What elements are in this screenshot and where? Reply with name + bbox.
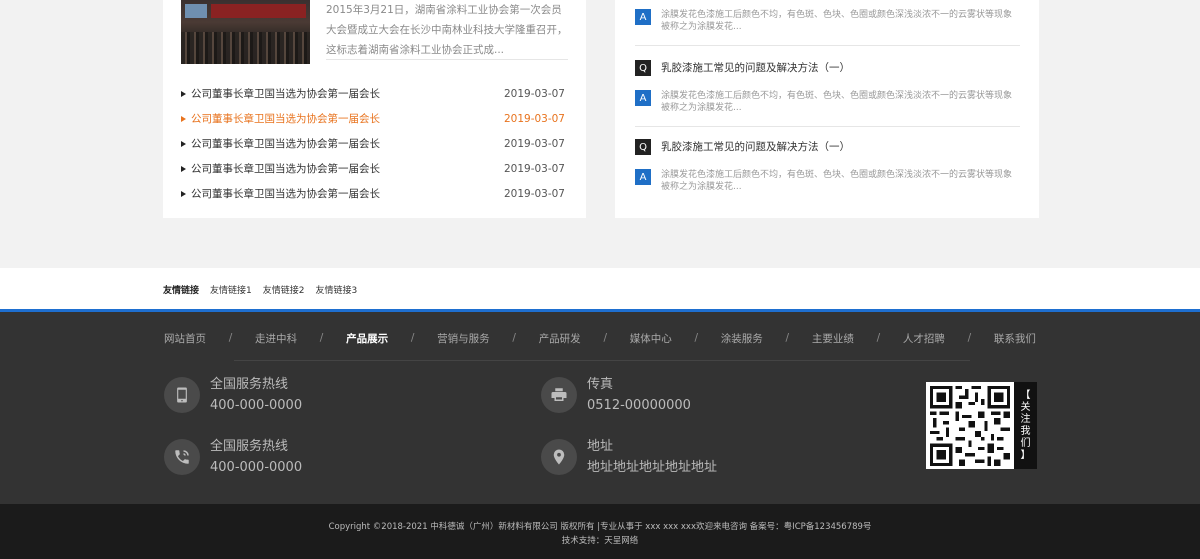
news-item-title: 公司董事长章卫国当选为协会第一届会长 [191,88,380,100]
friendly-link[interactable]: 友情链接3 [315,283,357,296]
news-divider [326,59,568,60]
contact-fax: 传真 0512-00000000 [541,376,691,416]
news-item-title: 公司董事长章卫国当选为协会第一届会长 [191,138,380,150]
qa-answer-text: 涂膜发花色漆施工后颜色不均，有色斑、色块、色圈或颜色深浅淡浓不一的云雾状等现象被… [661,91,1013,113]
location-pin-icon [541,439,577,475]
contact-value[interactable]: 400-000-0000 [210,396,302,416]
nav-separator: / [694,332,699,344]
footer: 网站首页 / 走进中科 / 产品展示 / 营销与服务 / 产品研发 / 媒体中心 / 涂装服务 / 主要业绩… [0,312,1200,504]
footer-nav: 网站首页 / 走进中科 / 产品展示 / 营销与服务 / 产品研发 / 媒体中心 / 涂装服务 / 主要业绩… [164,330,1036,346]
contact-title: 传真 [587,377,614,392]
qa-panel: A 涂膜发花色漆施工后颜色不均，有色斑、色块、色圈或颜色深浅淡浓不一的云雾状等现… [615,0,1039,218]
qa-item[interactable]: Q 乳胶漆施工常见的问题及解决方法（一） A 涂膜发花色漆施工后颜色不均，有色斑… [635,139,1020,193]
bullet-triangle-icon [181,115,186,122]
footer-nav-item[interactable]: 产品展示 [346,331,388,346]
nav-separator: / [512,332,516,344]
qa-divider [635,45,1020,46]
nav-separator: / [967,332,972,344]
footer-nav-item[interactable]: 网站首页 [164,331,206,346]
copyright-bar: Copyright ©2018-2021 中科德诚（广州）新材料有限公司 版权所… [0,504,1200,559]
footer-nav-item[interactable]: 人才招聘 [903,331,945,346]
friendly-links-label: 友情链接 [163,286,200,296]
footer-nav-item[interactable]: 主要业绩 [812,331,854,346]
news-list-item[interactable]: 公司董事长章卫国当选为协会第一届会长 2019-03-07 [181,81,565,106]
printer-icon [541,377,577,413]
answer-badge: A [635,9,651,25]
copyright-text: Copyright ©2018-2021 中科德诚（广州）新材料有限公司 版权所… [328,522,872,532]
friendly-links-bar: 友情链接 友情链接1 友情链接2 友情链接3 [0,268,1200,309]
bullet-triangle-icon [181,165,186,172]
nav-separator: / [876,332,881,344]
news-list-item[interactable]: 公司董事长章卫国当选为协会第一届会长 2019-03-07 [181,106,565,131]
contact-value: 地址地址地址地址地址 [587,460,718,475]
news-item-date: 2019-03-07 [503,112,565,125]
contact-value[interactable]: 400-000-0000 [210,458,302,478]
news-summary[interactable]: 2015年3月21日，湖南省涂料工业协会第一次会员大会暨成立大会在长沙中南林业科… [326,0,571,60]
bullet-triangle-icon [181,190,186,197]
follow-us-label: 【关注我们】 [1014,382,1037,469]
news-list: 公司董事长章卫国当选为协会第一届会长 2019-03-07 公司董事长章卫国当选为协… [181,81,565,206]
bullet-triangle-icon [181,140,186,147]
news-item-title: 公司董事长章卫国当选为协会第一届会长 [191,163,380,175]
contact-title: 全国服务热线 [210,439,289,454]
news-panel: 2015年3月21日，湖南省涂料工业协会第一次会员大会暨成立大会在长沙中南林业科… [163,0,586,218]
contact-value[interactable]: 0512-00000000 [587,396,691,416]
thumb-banner [211,4,306,18]
news-item-date: 2019-03-07 [503,137,565,150]
footer-nav-item[interactable]: 产品研发 [539,331,581,346]
answer-badge: A [635,90,651,106]
footer-nav-item[interactable]: 走进中科 [255,331,297,346]
question-badge: Q [635,60,651,76]
contact-title: 地址 [587,439,614,454]
footer-divider [234,360,970,361]
contact-address: 地址 地址地址地址地址地址 [541,438,717,478]
contact-hotline: 全国服务热线 400-000-0000 [164,438,302,478]
contact-hotline: 全国服务热线 400-000-0000 [164,376,302,416]
footer-nav-item[interactable]: 营销与服务 [437,331,490,346]
qr-code-image [930,386,1010,466]
qa-answer-text: 涂膜发花色漆施工后颜色不均，有色斑、色块、色圈或颜色深浅淡浓不一的云雾状等现象被… [661,170,1013,192]
news-list-item[interactable]: 公司董事长章卫国当选为协会第一届会长 2019-03-07 [181,181,565,206]
news-item-date: 2019-03-07 [503,87,565,100]
contact-title: 全国服务热线 [210,377,289,392]
footer-nav-item[interactable]: 联系我们 [994,331,1036,346]
answer-badge: A [635,169,651,185]
friendly-link[interactable]: 友情链接2 [263,283,305,296]
qa-answer-top[interactable]: A 涂膜发花色漆施工后颜色不均，有色斑、色块、色圈或颜色深浅淡浓不一的云雾状等现… [635,9,1020,33]
qa-question-text: 乳胶漆施工常见的问题及解决方法（一） [661,141,850,153]
qa-divider [635,126,1020,127]
nav-separator: / [603,332,607,344]
footer-nav-item[interactable]: 涂装服务 [721,331,763,346]
tech-support-text[interactable]: 技术支持：天呈网络 [0,534,1200,548]
news-item-title: 公司董事长章卫国当选为协会第一届会长 [191,113,380,125]
qa-question-text: 乳胶漆施工常见的问题及解决方法（一） [661,62,850,74]
qa-item[interactable]: Q 乳胶漆施工常见的问题及解决方法（一） A 涂膜发花色漆施工后颜色不均，有色斑… [635,60,1020,114]
qr-code-block: 【关注我们】 [926,382,1037,469]
thumb-screen [185,4,207,18]
bullet-triangle-icon [181,90,186,97]
news-list-item[interactable]: 公司董事长章卫国当选为协会第一届会长 2019-03-07 [181,131,565,156]
question-badge: Q [635,139,651,155]
mobile-phone-icon [164,377,200,413]
news-item-date: 2019-03-07 [503,187,565,200]
news-thumbnail[interactable] [181,0,310,64]
footer-nav-item[interactable]: 媒体中心 [630,331,672,346]
thumb-crowd [181,32,310,64]
news-item-title: 公司董事长章卫国当选为协会第一届会长 [191,188,380,200]
nav-separator: / [785,332,790,344]
phone-call-icon [164,439,200,475]
news-item-date: 2019-03-07 [503,162,565,175]
news-list-item[interactable]: 公司董事长章卫国当选为协会第一届会长 2019-03-07 [181,156,565,181]
nav-separator: / [410,332,415,344]
qa-answer-text: 涂膜发花色漆施工后颜色不均，有色斑、色块、色圈或颜色深浅淡浓不一的云雾状等现象被… [661,10,1013,32]
friendly-link[interactable]: 友情链接1 [210,283,252,296]
nav-separator: / [319,332,324,344]
nav-separator: / [228,332,233,344]
